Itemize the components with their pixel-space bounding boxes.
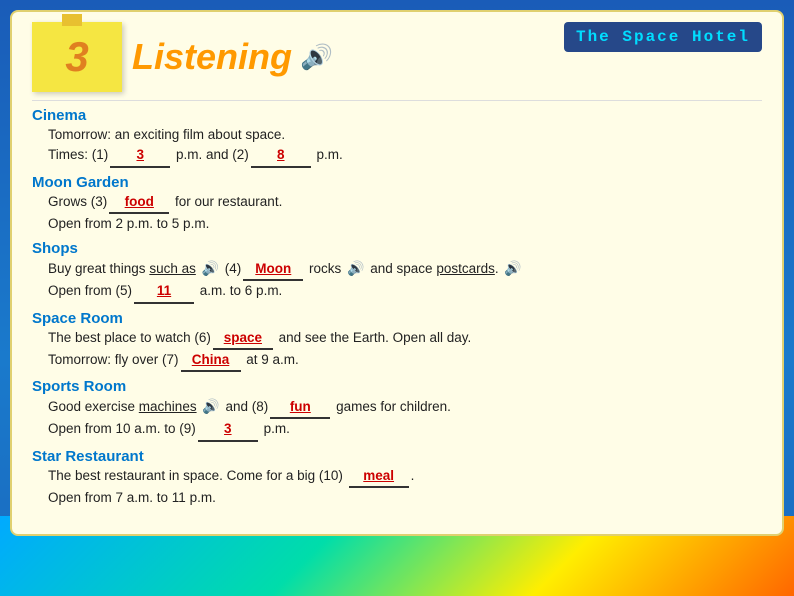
blank-3: food bbox=[109, 192, 169, 214]
title-text: Listening bbox=[132, 36, 292, 78]
underlined-postcards: postcards bbox=[436, 261, 495, 276]
underlined-machines: machines bbox=[139, 399, 197, 414]
blank-7: China bbox=[181, 350, 241, 372]
section-title-cinema: Cinema bbox=[32, 107, 762, 124]
header: 3 Listening 🔊 The Space Hotel bbox=[32, 22, 762, 92]
section-title-moon-garden: Moon Garden bbox=[32, 174, 762, 191]
answer-5: 11 bbox=[155, 281, 173, 301]
cinema-line-2: Times: (1) 3 p.m. and (2) 8 p.m. bbox=[32, 145, 762, 167]
moon-garden-line-1: Grows (3) food for our restaurant. bbox=[32, 192, 762, 214]
section-shops: Shops Buy great things such as 🔊 (4) Moo… bbox=[32, 240, 762, 304]
speaker-icon-5: 🔊 bbox=[202, 396, 219, 417]
number-badge: 3 bbox=[32, 22, 122, 92]
moon-garden-line-2: Open from 2 p.m. to 5 p.m. bbox=[32, 214, 762, 234]
blank-2: 8 bbox=[251, 145, 311, 167]
hotel-title: The Space Hotel bbox=[564, 22, 762, 52]
blank-5: 11 bbox=[134, 281, 194, 303]
blank-10: meal bbox=[349, 466, 409, 488]
space-room-line-2: Tomorrow: fly over (7) China at 9 a.m. bbox=[32, 350, 762, 372]
blank-9: 3 bbox=[198, 419, 258, 441]
answer-2: 8 bbox=[275, 145, 287, 165]
section-cinema: Cinema Tomorrow: an exciting film about … bbox=[32, 107, 762, 168]
star-restaurant-line-1: The best restaurant in space. Come for a… bbox=[32, 466, 762, 488]
section-moon-garden: Moon Garden Grows (3) food for our resta… bbox=[32, 174, 762, 235]
answer-1: 3 bbox=[134, 145, 146, 165]
shops-line-2: Open from (5) 11 a.m. to 6 p.m. bbox=[32, 281, 762, 303]
listening-title: Listening 🔊 bbox=[132, 36, 330, 78]
shops-line-1: Buy great things such as 🔊 (4) Moon rock… bbox=[32, 258, 762, 281]
answer-8: fun bbox=[288, 397, 313, 417]
answer-9: 3 bbox=[222, 419, 234, 439]
section-title-shops: Shops bbox=[32, 240, 762, 257]
answer-10: meal bbox=[361, 466, 396, 486]
answer-4: Moon bbox=[253, 259, 293, 279]
speaker-icon: 🔊 bbox=[300, 43, 330, 72]
sports-room-line-1: Good exercise machines 🔊 and (8) fun gam… bbox=[32, 396, 762, 419]
star-restaurant-line-2: Open from 7 a.m. to 11 p.m. bbox=[32, 488, 762, 508]
space-room-line-1: The best place to watch (6) space and se… bbox=[32, 328, 762, 350]
section-star-restaurant: Star Restaurant The best restaurant in s… bbox=[32, 448, 762, 509]
underlined-such-as: such as bbox=[149, 261, 196, 276]
exercise-number: 3 bbox=[65, 33, 88, 81]
section-space-room: Space Room The best place to watch (6) s… bbox=[32, 310, 762, 373]
speaker-icon-4: 🔊 bbox=[504, 258, 521, 279]
speaker-icon-2: 🔊 bbox=[202, 258, 219, 279]
answer-7: China bbox=[190, 350, 232, 370]
answer-6: space bbox=[222, 328, 264, 348]
blank-8: fun bbox=[270, 397, 330, 419]
blank-6: space bbox=[213, 328, 273, 350]
answer-3: food bbox=[123, 192, 156, 212]
blank-4: Moon bbox=[243, 259, 303, 281]
header-divider bbox=[32, 100, 762, 101]
sports-room-line-2: Open from 10 a.m. to (9) 3 p.m. bbox=[32, 419, 762, 441]
cinema-line-1: Tomorrow: an exciting film about space. bbox=[32, 125, 762, 145]
main-content-area: 3 Listening 🔊 The Space Hotel Cinema Tom… bbox=[10, 10, 784, 536]
section-title-space-room: Space Room bbox=[32, 310, 762, 327]
section-sports-room: Sports Room Good exercise machines 🔊 and… bbox=[32, 378, 762, 442]
speaker-icon-3: 🔊 bbox=[347, 258, 364, 279]
section-title-star-restaurant: Star Restaurant bbox=[32, 448, 762, 465]
blank-1: 3 bbox=[110, 145, 170, 167]
section-title-sports-room: Sports Room bbox=[32, 378, 762, 395]
